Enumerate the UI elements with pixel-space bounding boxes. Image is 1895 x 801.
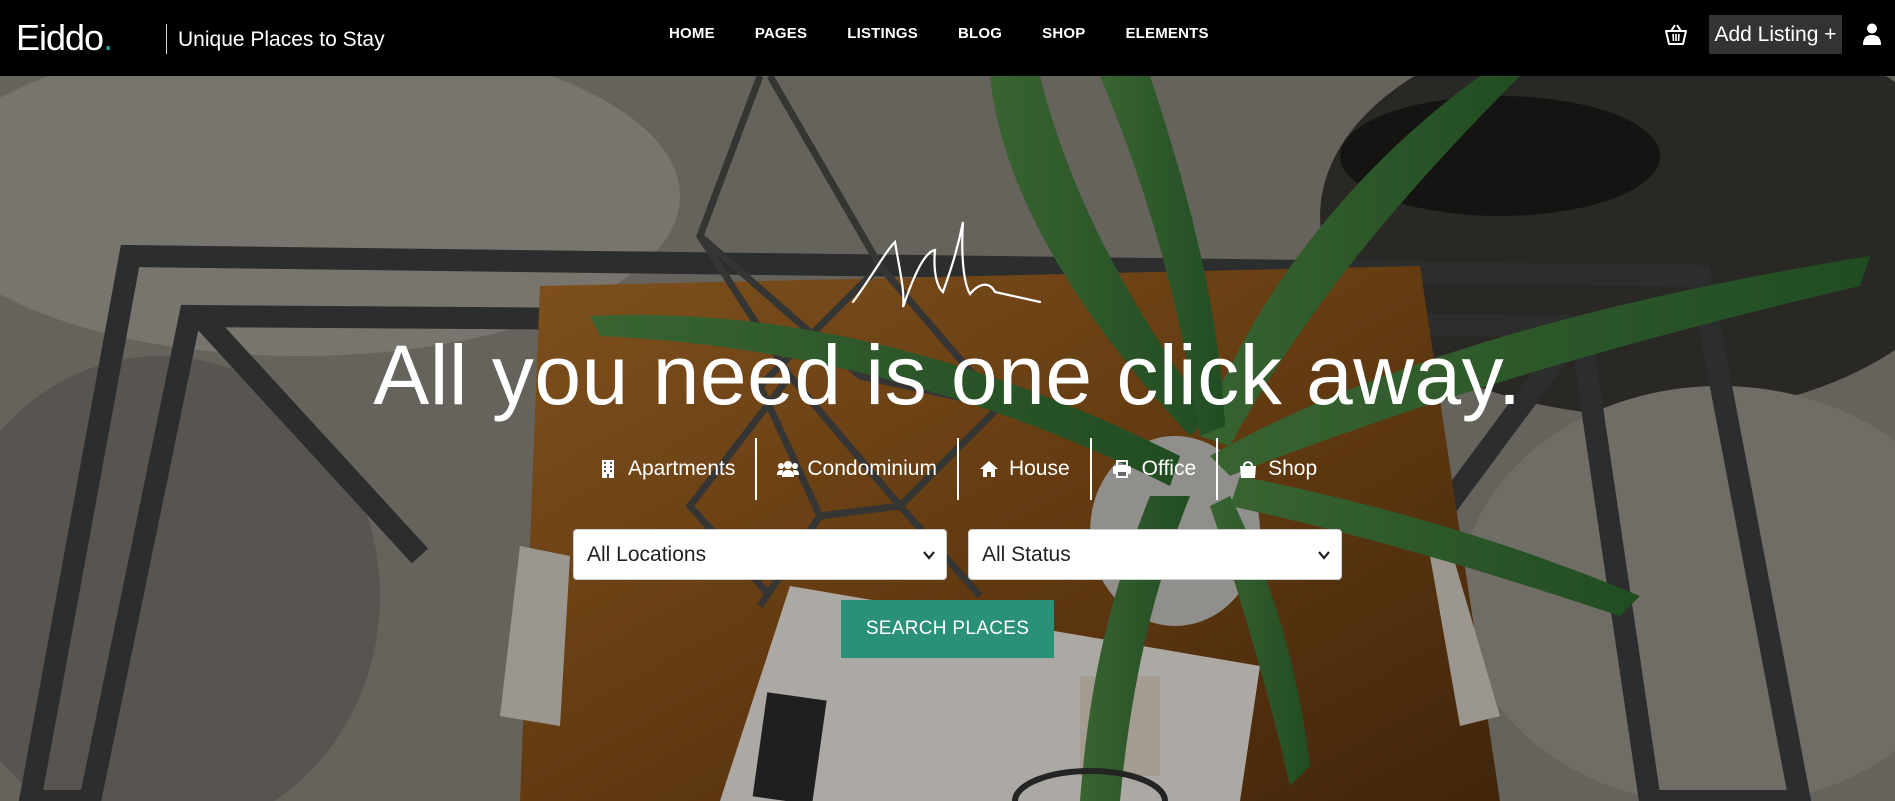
category-tabs: Apartments Condominium House Office Shop	[578, 438, 1337, 500]
printer-icon	[1112, 459, 1132, 479]
chevron-down-icon	[923, 551, 935, 560]
nav-elements[interactable]: ELEMENTS	[1125, 24, 1208, 44]
category-office[interactable]: Office	[1092, 438, 1216, 500]
location-select-value: All Locations	[587, 543, 707, 566]
category-label: Condominium	[807, 457, 937, 480]
add-listing-button[interactable]: Add Listing +	[1709, 15, 1842, 54]
logo-dot: .	[103, 17, 113, 58]
category-label: Apartments	[628, 457, 736, 480]
shopping-bag-icon	[1238, 459, 1258, 479]
category-label: House	[1008, 457, 1070, 480]
category-condominium[interactable]: Condominium	[757, 438, 957, 500]
home-icon	[979, 459, 999, 479]
logo[interactable]: Eiddo.	[16, 16, 113, 60]
category-house[interactable]: House	[959, 438, 1090, 500]
chevron-down-icon	[1318, 551, 1330, 560]
signature-icon	[851, 221, 1042, 308]
status-select[interactable]: All Status	[968, 529, 1342, 580]
nav-shop[interactable]: SHOP	[1042, 24, 1085, 44]
nav-listings[interactable]: LISTINGS	[847, 24, 918, 44]
site-tagline: Unique Places to Stay	[178, 28, 385, 51]
category-label: Office	[1141, 457, 1197, 480]
hero-headline: All you need is one click away.	[373, 328, 1522, 422]
users-icon	[777, 459, 800, 479]
category-label: Shop	[1268, 457, 1318, 480]
category-apartments[interactable]: Apartments	[578, 438, 755, 500]
top-navbar: Eiddo. Unique Places to Stay HOME PAGES …	[0, 0, 1895, 76]
search-places-button[interactable]: SEARCH PLACES	[841, 600, 1054, 658]
basket-icon[interactable]	[1663, 22, 1689, 48]
category-shop[interactable]: Shop	[1218, 438, 1337, 500]
nav-home[interactable]: HOME	[669, 24, 715, 44]
tagline-divider	[166, 24, 167, 54]
status-select-value: All Status	[982, 543, 1071, 566]
nav-pages[interactable]: PAGES	[755, 24, 807, 44]
user-icon[interactable]	[1862, 22, 1882, 46]
location-select[interactable]: All Locations	[573, 529, 947, 580]
main-nav: HOME PAGES LISTINGS BLOG SHOP ELEMENTS	[669, 24, 1209, 44]
logo-text: Eiddo	[16, 17, 104, 58]
building-icon	[598, 459, 618, 479]
nav-blog[interactable]: BLOG	[958, 24, 1002, 44]
